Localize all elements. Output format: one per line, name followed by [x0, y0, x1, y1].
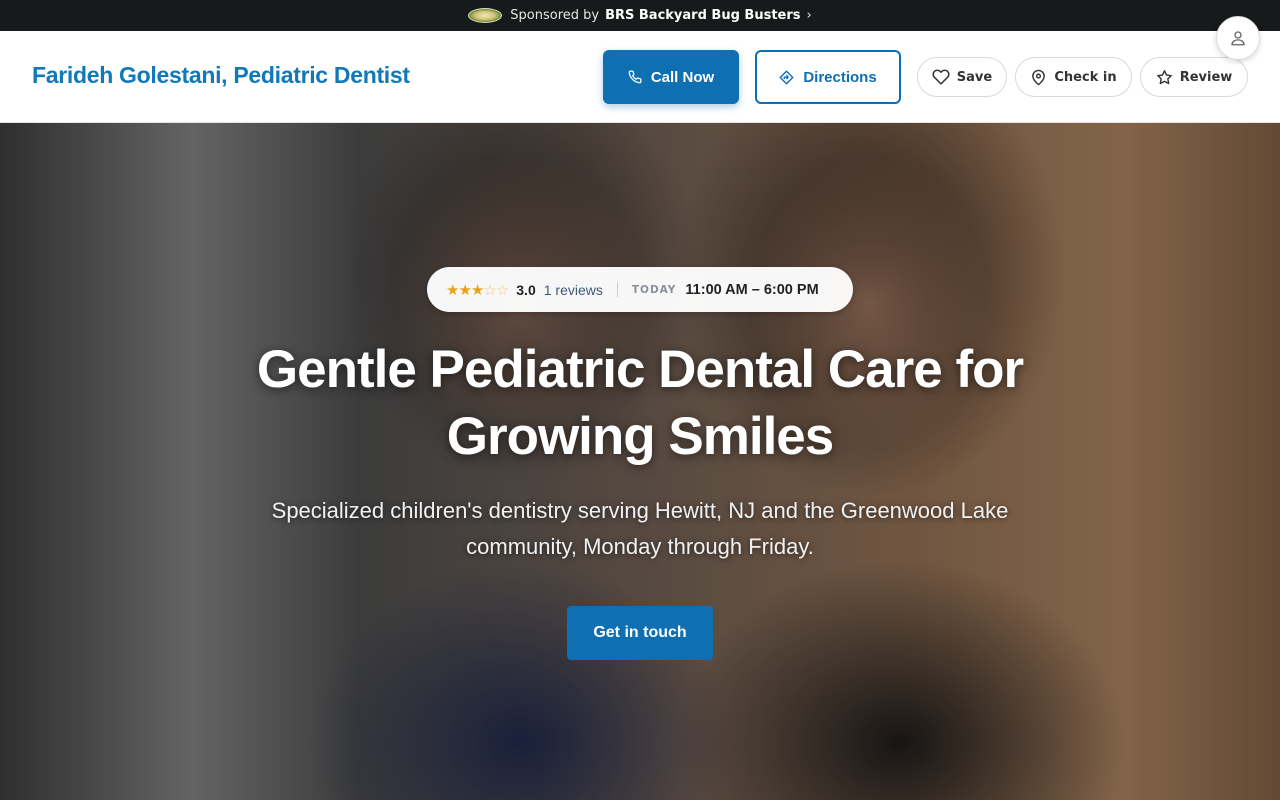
star-full-icon: ★	[458, 280, 471, 299]
sponsor-bar[interactable]: Sponsored by BRS Backyard Bug Busters ›	[0, 0, 1280, 31]
rating-stars: ★★★☆☆	[446, 280, 509, 299]
heart-icon	[932, 68, 950, 86]
review-button[interactable]: Review	[1140, 57, 1248, 97]
star-icon	[1156, 69, 1173, 86]
hero-subtitle: Specialized children's dentistry serving…	[271, 498, 1009, 559]
star-empty-icon: ☆	[495, 280, 509, 299]
call-now-label: Call Now	[650, 68, 715, 86]
sponsor-prefix: Sponsored by	[510, 8, 600, 23]
directions-icon	[779, 70, 794, 85]
user-icon	[1229, 29, 1247, 47]
header: Farideh Golestani, Pediatric Dentist Cal…	[0, 31, 1280, 123]
chevron-right-icon: ›	[806, 8, 812, 23]
divider	[616, 282, 618, 297]
save-label: Save	[956, 69, 993, 85]
hero-title: Gentle Pediatric Dental Care for Growing…	[256, 340, 1024, 466]
directions-button[interactable]: Directions	[755, 50, 901, 104]
directions-label: Directions	[803, 68, 877, 86]
star-empty-icon: ☆	[483, 280, 496, 299]
hero-section: ★★★☆☆ 3.0 1 reviews TODAY 11:00 AM – 6:0…	[0, 123, 1280, 800]
today-label: TODAY	[631, 283, 677, 296]
today-hours: 11:00 AM – 6:00 PM	[685, 281, 819, 298]
reviews-link[interactable]: 1 reviews	[544, 282, 603, 298]
call-now-button[interactable]: Call Now	[603, 50, 739, 104]
sponsor-logo	[468, 8, 503, 23]
save-button[interactable]: Save	[917, 57, 1007, 97]
check-in-label: Check in	[1054, 69, 1117, 85]
account-button[interactable]	[1216, 16, 1260, 60]
rating-value: 3.0	[516, 281, 536, 298]
rating-hours-pill: ★★★☆☆ 3.0 1 reviews TODAY 11:00 AM – 6:0…	[427, 267, 853, 312]
business-name[interactable]: Farideh Golestani, Pediatric Dentist	[32, 62, 410, 89]
map-pin-icon	[1030, 69, 1047, 86]
star-full-icon: ★	[470, 280, 484, 299]
review-label: Review	[1179, 69, 1233, 85]
check-in-button[interactable]: Check in	[1015, 57, 1132, 97]
sponsor-name[interactable]: BRS Backyard Bug Busters	[605, 8, 800, 23]
star-full-icon: ★	[446, 280, 459, 299]
hero-content: ★★★☆☆ 3.0 1 reviews TODAY 11:00 AM – 6:0…	[0, 123, 1280, 800]
phone-icon	[628, 70, 642, 84]
get-in-touch-button[interactable]: Get in touch	[567, 606, 713, 660]
